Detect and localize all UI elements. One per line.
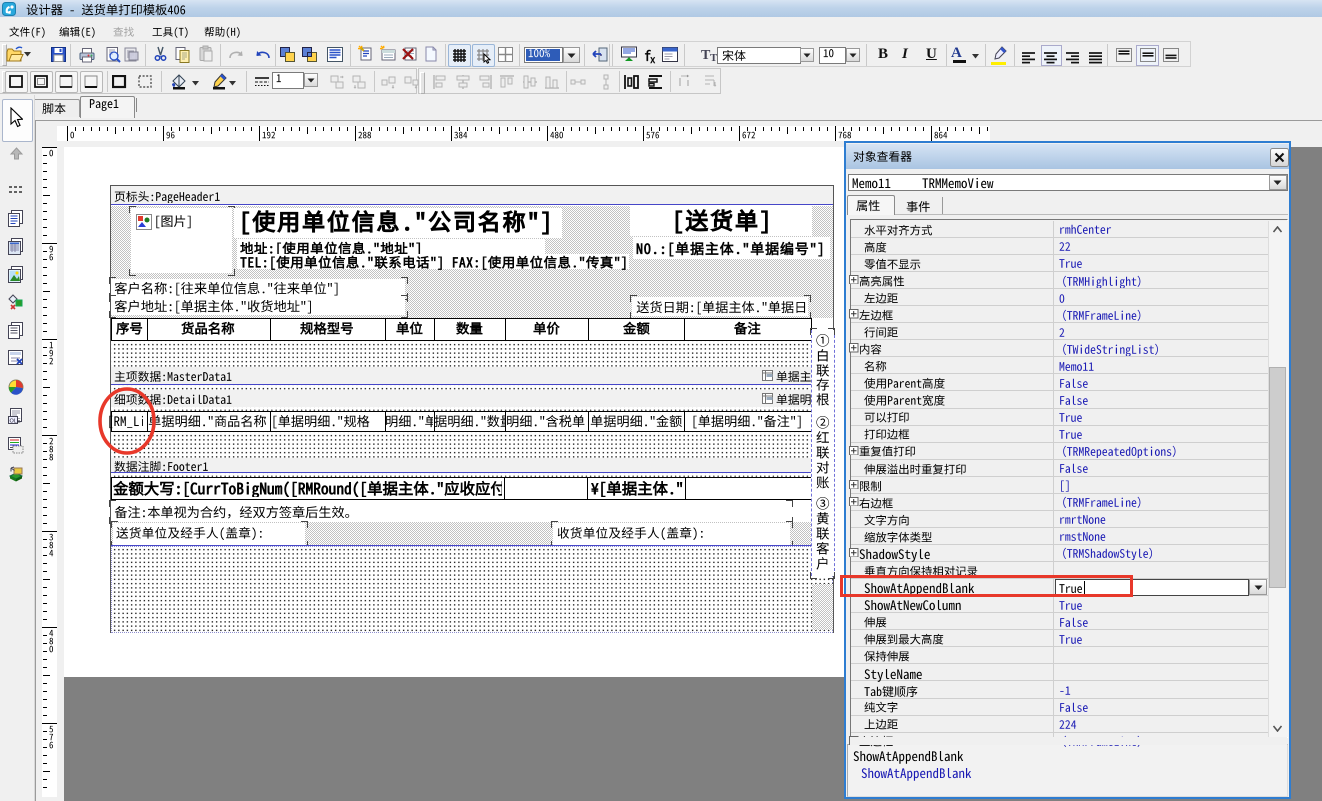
svg-text:OLE: OLE [10,419,21,425]
